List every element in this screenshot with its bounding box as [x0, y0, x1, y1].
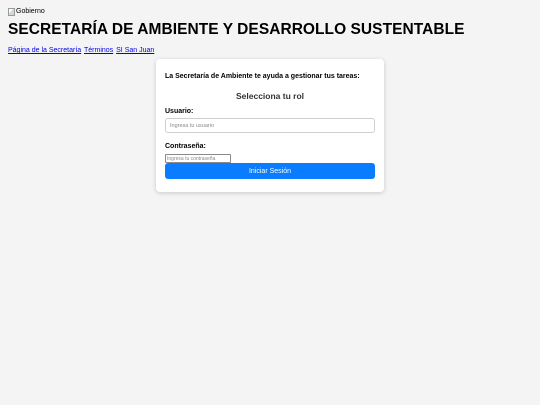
login-card: La Secretaría de Ambiente te ayuda a ges…: [156, 59, 384, 192]
link-terminos[interactable]: Términos: [84, 47, 113, 54]
page-title: SECRETARÍA DE AMBIENTE Y DESARROLLO SUST…: [8, 21, 465, 38]
broken-image-icon: [8, 8, 15, 16]
link-secretaria[interactable]: Página de la Secretaría: [8, 47, 81, 54]
page: Gobierno SECRETARÍA DE AMBIENTE Y DESARR…: [0, 0, 540, 405]
government-logo: Gobierno: [8, 7, 45, 17]
username-label: Usuario:: [165, 108, 194, 115]
password-input[interactable]: [165, 154, 231, 163]
username-input[interactable]: [165, 118, 375, 133]
logo-alt-text: Gobierno: [16, 8, 45, 15]
nav-links: Página de la Secretaría Términos SI San …: [8, 47, 155, 54]
intro-text: La Secretaría de Ambiente te ayuda a ges…: [165, 73, 360, 80]
link-si-san-juan[interactable]: SI San Juan: [116, 47, 154, 54]
role-prompt: Selecciona tu rol: [235, 91, 305, 101]
login-button[interactable]: Iniciar Sesión: [165, 163, 375, 179]
password-label: Contraseña:: [165, 143, 206, 150]
